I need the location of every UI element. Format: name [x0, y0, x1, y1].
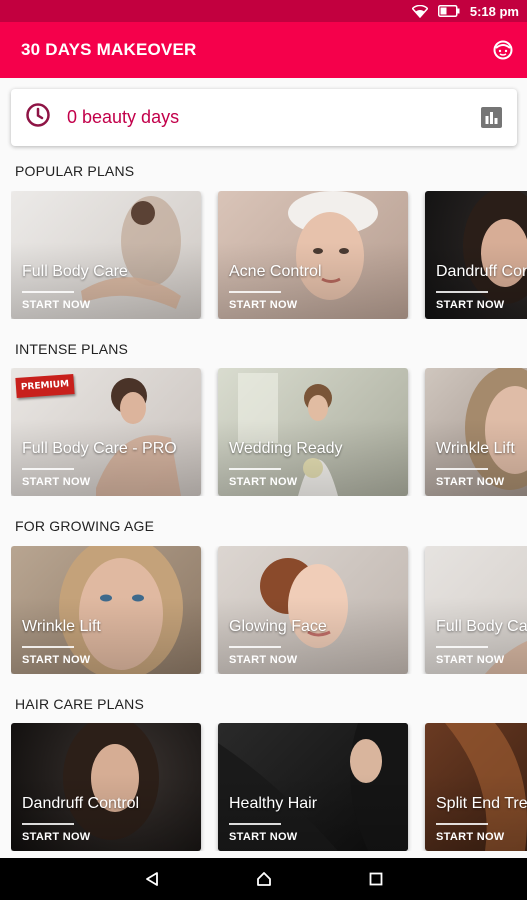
card-divider — [22, 646, 74, 648]
face-icon[interactable] — [493, 40, 513, 60]
card-divider — [229, 646, 281, 648]
start-now-button[interactable]: START NOW — [436, 831, 505, 843]
status-time: 5:18 pm — [469, 3, 519, 19]
status-bar: 5:18 pm — [0, 0, 527, 22]
start-now-button[interactable]: START NOW — [22, 299, 91, 311]
card-title: Split End Treatment — [436, 795, 527, 812]
card-title: Wedding Ready — [229, 440, 343, 457]
system-navigation-bar — [0, 858, 527, 900]
plan-card[interactable]: Full Body Care START NOW — [425, 546, 527, 674]
app-title: 30 DAYS MAKEOVER — [21, 40, 197, 59]
start-now-button[interactable]: START NOW — [229, 831, 298, 843]
card-title: Full Body Care — [436, 618, 527, 635]
start-now-button[interactable]: START NOW — [22, 476, 91, 488]
card-divider — [229, 291, 281, 293]
start-now-button[interactable]: START NOW — [229, 299, 298, 311]
battery-icon — [437, 5, 460, 17]
start-now-button[interactable]: START NOW — [229, 654, 298, 666]
card-divider — [229, 468, 281, 470]
plan-card[interactable]: Healthy Hair START NOW — [218, 723, 408, 851]
plan-card[interactable]: Glowing Face START NOW — [218, 546, 408, 674]
growing-age-row[interactable]: Wrinkle Lift START NOW Glowing Face STAR… — [11, 546, 527, 674]
plan-card[interactable]: Acne Control START NOW — [218, 191, 408, 319]
card-title: Wrinkle Lift — [22, 618, 101, 635]
premium-badge: PREMIUM — [15, 374, 75, 398]
section-title-intense-plans: INTENSE PLANS — [15, 341, 129, 357]
card-title: Dandruff Control — [436, 263, 527, 280]
bar-chart-icon[interactable] — [481, 107, 502, 128]
beauty-days-count: 0 beauty days — [67, 107, 180, 127]
popular-plans-row[interactable]: Full Body Care START NOW Acne Control ST… — [11, 191, 527, 319]
card-divider — [436, 291, 488, 293]
card-divider — [229, 823, 281, 825]
wifi-icon — [411, 4, 428, 18]
card-title: Glowing Face — [229, 618, 327, 635]
plan-card[interactable]: Wrinkle Lift START NOW — [425, 368, 527, 496]
card-divider — [436, 646, 488, 648]
plan-card[interactable]: Wedding Ready START NOW — [218, 368, 408, 496]
card-title: Wrinkle Lift — [436, 440, 515, 457]
intense-plans-row[interactable]: PREMIUM Full Body Care - PRO START NOW W… — [11, 368, 527, 496]
card-divider — [22, 468, 74, 470]
plan-card[interactable]: PREMIUM Full Body Care - PRO START NOW — [11, 368, 201, 496]
start-now-button[interactable]: START NOW — [229, 476, 298, 488]
card-title: Full Body Care - PRO — [22, 440, 177, 457]
card-title: Acne Control — [229, 263, 322, 280]
start-now-button[interactable]: START NOW — [22, 831, 91, 843]
clock-icon — [25, 102, 51, 133]
start-now-button[interactable]: START NOW — [436, 476, 505, 488]
plan-card[interactable]: Dandruff Control START NOW — [11, 723, 201, 851]
plan-card[interactable]: Full Body Care START NOW — [11, 191, 201, 319]
app-bar: 30 DAYS MAKEOVER — [0, 22, 527, 78]
beauty-days-card[interactable]: 0 beauty days — [11, 89, 517, 146]
plan-card[interactable]: Dandruff Control START NOW — [425, 191, 527, 319]
start-now-button[interactable]: START NOW — [436, 299, 505, 311]
card-divider — [436, 823, 488, 825]
section-title-for-growing-age: FOR GROWING AGE — [15, 518, 155, 534]
card-title: Healthy Hair — [229, 795, 318, 812]
plan-card[interactable]: Wrinkle Lift START NOW — [11, 546, 201, 674]
card-divider — [22, 291, 74, 293]
recents-icon[interactable] — [320, 872, 432, 886]
home-icon[interactable] — [208, 871, 320, 887]
hair-care-row[interactable]: Dandruff Control START NOW Healthy Hair … — [11, 723, 527, 851]
back-icon[interactable] — [96, 871, 208, 887]
plan-card[interactable]: Split End Treatment START NOW — [425, 723, 527, 851]
start-now-button[interactable]: START NOW — [436, 654, 505, 666]
card-divider — [436, 468, 488, 470]
card-title: Dandruff Control — [22, 795, 140, 812]
start-now-button[interactable]: START NOW — [22, 654, 91, 666]
section-title-popular-plans: POPULAR PLANS — [15, 163, 135, 179]
section-title-hair-care-plans: HAIR CARE PLANS — [15, 696, 145, 712]
card-divider — [22, 823, 74, 825]
card-title: Full Body Care — [22, 263, 128, 280]
